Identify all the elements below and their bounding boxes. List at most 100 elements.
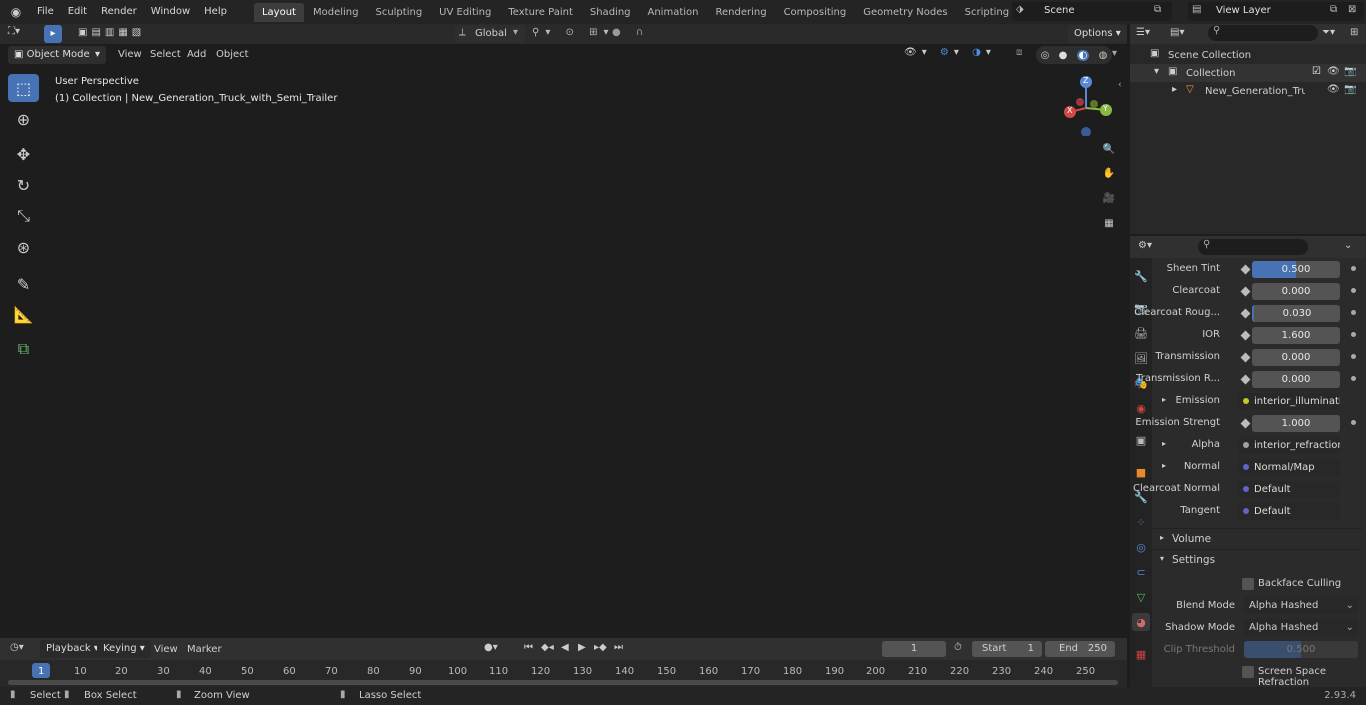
timeline-menu-view[interactable]: View	[154, 644, 178, 655]
tab-texture-paint[interactable]: Texture Paint	[500, 3, 581, 22]
remove-view-layer-icon[interactable]: ⊠	[1348, 4, 1356, 15]
tab-geometry-nodes[interactable]: Geometry Nodes	[855, 3, 955, 22]
prev-keyframe-icon[interactable]: ◆◂	[541, 642, 554, 653]
exclude-checkbox[interactable]: ☑	[1312, 66, 1321, 77]
tool-tab-icon[interactable]: 🔧	[1132, 267, 1150, 285]
tab-layout[interactable]: Layout	[253, 2, 304, 22]
checkbox-box[interactable]	[1242, 666, 1254, 678]
settings-panel-header[interactable]: ▾ Settings	[1152, 549, 1362, 569]
shadow-mode-dropdown[interactable]: Alpha Hashed ⌄	[1244, 619, 1358, 636]
options-dropdown[interactable]: Options ▾	[1068, 25, 1127, 43]
backface-culling-checkbox[interactable]: Backface Culling	[1242, 577, 1362, 593]
proportional-edit-icons[interactable]: ● ∩	[612, 27, 649, 38]
normal-link-field[interactable]: Normal/Map	[1238, 459, 1340, 476]
camera-render-icon[interactable]: 📷	[1344, 66, 1356, 77]
tab-modeling[interactable]: Modeling	[305, 3, 367, 22]
zoom-icon[interactable]: 🔍	[1100, 144, 1118, 162]
object-mode-dropdown[interactable]: ▣ Object Mode ▾	[8, 46, 106, 64]
scale-tool[interactable]: ⤡	[8, 202, 39, 230]
end-frame-field[interactable]: End 250	[1045, 641, 1115, 657]
measure-tool[interactable]: 📐	[8, 300, 39, 328]
eye-icon[interactable]: 👁	[1327, 84, 1340, 95]
physics-tab-icon[interactable]: ◎	[1132, 538, 1150, 556]
prop-transmission[interactable]: Transmission 0.000	[1152, 348, 1362, 368]
record-icon[interactable]: ●▾	[484, 642, 498, 653]
menu-render[interactable]: Render	[94, 0, 144, 24]
clearcoat-normal-link-field[interactable]: Default	[1238, 481, 1340, 498]
jump-start-icon[interactable]: ⏮	[524, 642, 533, 653]
viewport-menu-view[interactable]: View	[118, 49, 142, 60]
timeline-menu-keying[interactable]: Keying ▾	[97, 640, 151, 658]
keyframe-dot-icon[interactable]	[1351, 354, 1356, 359]
world-tab-icon[interactable]: ◉	[1132, 399, 1150, 417]
blender-logo-icon[interactable]: ◉	[6, 2, 26, 22]
ior-field[interactable]: 1.600	[1252, 327, 1340, 344]
copy-scene-icon[interactable]: ⧉	[1154, 4, 1161, 15]
annotate-tool[interactable]: ✎	[8, 270, 39, 298]
tab-animation[interactable]: Animation	[640, 3, 707, 22]
solid-shading-icon[interactable]: ●	[1059, 50, 1068, 61]
outliner-row-scene-collection[interactable]: ▣ Scene Collection	[1130, 46, 1366, 64]
emission-strength-field[interactable]: 1.000	[1252, 415, 1340, 432]
prop-sheen-tint[interactable]: Sheen Tint 0.500	[1152, 260, 1362, 280]
keyframe-dot-icon[interactable]	[1351, 266, 1356, 271]
prop-clearcoat[interactable]: Clearcoat 0.000	[1152, 282, 1362, 302]
checkbox-box[interactable]	[1242, 578, 1254, 590]
expand-arrow-icon[interactable]: ▸	[1162, 395, 1166, 404]
data-tab-icon[interactable]: ▽	[1132, 588, 1150, 606]
properties-search-input[interactable]: ⚲	[1198, 239, 1308, 255]
play-icon[interactable]: ▶	[578, 642, 586, 653]
keyframe-dot-icon[interactable]	[1351, 310, 1356, 315]
constraints-tab-icon[interactable]: ⊂	[1132, 563, 1150, 581]
outliner-row-collection[interactable]: ▾ ▣ Collection ☑ 👁 📷	[1130, 64, 1366, 82]
view-layer-tab-icon[interactable]: 🖼	[1132, 349, 1150, 367]
keyframe-dot-icon[interactable]	[1351, 332, 1356, 337]
keyframe-dot-icon[interactable]	[1351, 376, 1356, 381]
prop-ior[interactable]: IOR 1.600	[1152, 326, 1362, 346]
select-mode-icons[interactable]: ▣▤▥▦▧	[78, 27, 145, 38]
material-shading-icon[interactable]: ◐	[1076, 49, 1090, 61]
timeline-menu-marker[interactable]: Marker	[187, 644, 222, 655]
viewport-3d[interactable]	[0, 44, 1127, 636]
texture-tab-icon[interactable]: ▦	[1132, 645, 1150, 663]
sidebar-toggle-icon[interactable]: ‹	[1118, 80, 1122, 90]
xray-icon[interactable]: ⧈	[1016, 47, 1022, 58]
scene-selector[interactable]: ⬗ Scene ⧉	[1012, 2, 1172, 21]
rendered-shading-icon[interactable]: ◍	[1099, 50, 1108, 61]
wireframe-shading-icon[interactable]: ◎	[1041, 50, 1050, 61]
keyframe-dot-icon[interactable]	[1351, 420, 1356, 425]
viewport-menu-add[interactable]: Add	[187, 49, 206, 60]
cursor-tool[interactable]: ⊕	[8, 105, 39, 133]
play-reverse-icon[interactable]: ◀	[561, 642, 569, 653]
menu-help[interactable]: Help	[197, 0, 234, 24]
filter-icon[interactable]: ⏷▾	[1322, 27, 1335, 38]
jump-end-icon[interactable]: ⏭	[614, 642, 623, 653]
move-tool[interactable]: ✥	[8, 140, 39, 168]
tab-rendering[interactable]: Rendering	[707, 3, 774, 22]
expand-arrow-icon[interactable]: ▸	[1162, 439, 1166, 448]
expand-arrow-icon[interactable]: ▸	[1162, 461, 1166, 470]
menu-edit[interactable]: Edit	[61, 0, 94, 24]
transmission-field[interactable]: 0.000	[1252, 349, 1340, 366]
alpha-link-field[interactable]: interior_refraction_in...	[1238, 437, 1340, 454]
screen-space-refraction-checkbox[interactable]: Screen Space Refraction	[1242, 665, 1362, 688]
tab-shading[interactable]: Shading	[582, 3, 639, 22]
collection-tab-icon[interactable]: ▣	[1132, 431, 1150, 449]
shading-mode-icons[interactable]: ◎ ● ◐ ◍	[1036, 46, 1112, 64]
transmission-roughness-field[interactable]: 0.000	[1252, 371, 1340, 388]
prop-tangent[interactable]: Tangent Default	[1152, 502, 1362, 522]
prop-transmission-roughness[interactable]: Transmission R... 0.000	[1136, 370, 1362, 390]
current-frame-field[interactable]: 1	[882, 641, 946, 657]
ortho-grid-icon[interactable]: ▦	[1100, 218, 1118, 236]
view-layer-selector[interactable]: ▤ View Layer ⧉ ⊠	[1188, 2, 1364, 21]
prop-clearcoat-normal[interactable]: Clearcoat Normal Default	[1133, 480, 1362, 500]
outliner-row-object[interactable]: ▸ ▽ New_Generation_Truck_v 👁 📷	[1130, 82, 1366, 100]
select-tool-icon[interactable]: ▸	[44, 25, 62, 43]
tangent-link-field[interactable]: Default	[1238, 503, 1340, 520]
clearcoat-roughness-field[interactable]: 0.030	[1252, 305, 1340, 322]
tab-sculpting[interactable]: Sculpting	[367, 3, 430, 22]
visibility-icons[interactable]: 👁▾ ⚙▾ ◑▾	[904, 47, 996, 58]
prop-emission[interactable]: ▸ Emission interior_illumination...	[1152, 392, 1362, 412]
transform-orientation-dropdown[interactable]: ⟂ Global ▾	[455, 25, 525, 43]
rotate-tool[interactable]: ↻	[8, 171, 39, 199]
